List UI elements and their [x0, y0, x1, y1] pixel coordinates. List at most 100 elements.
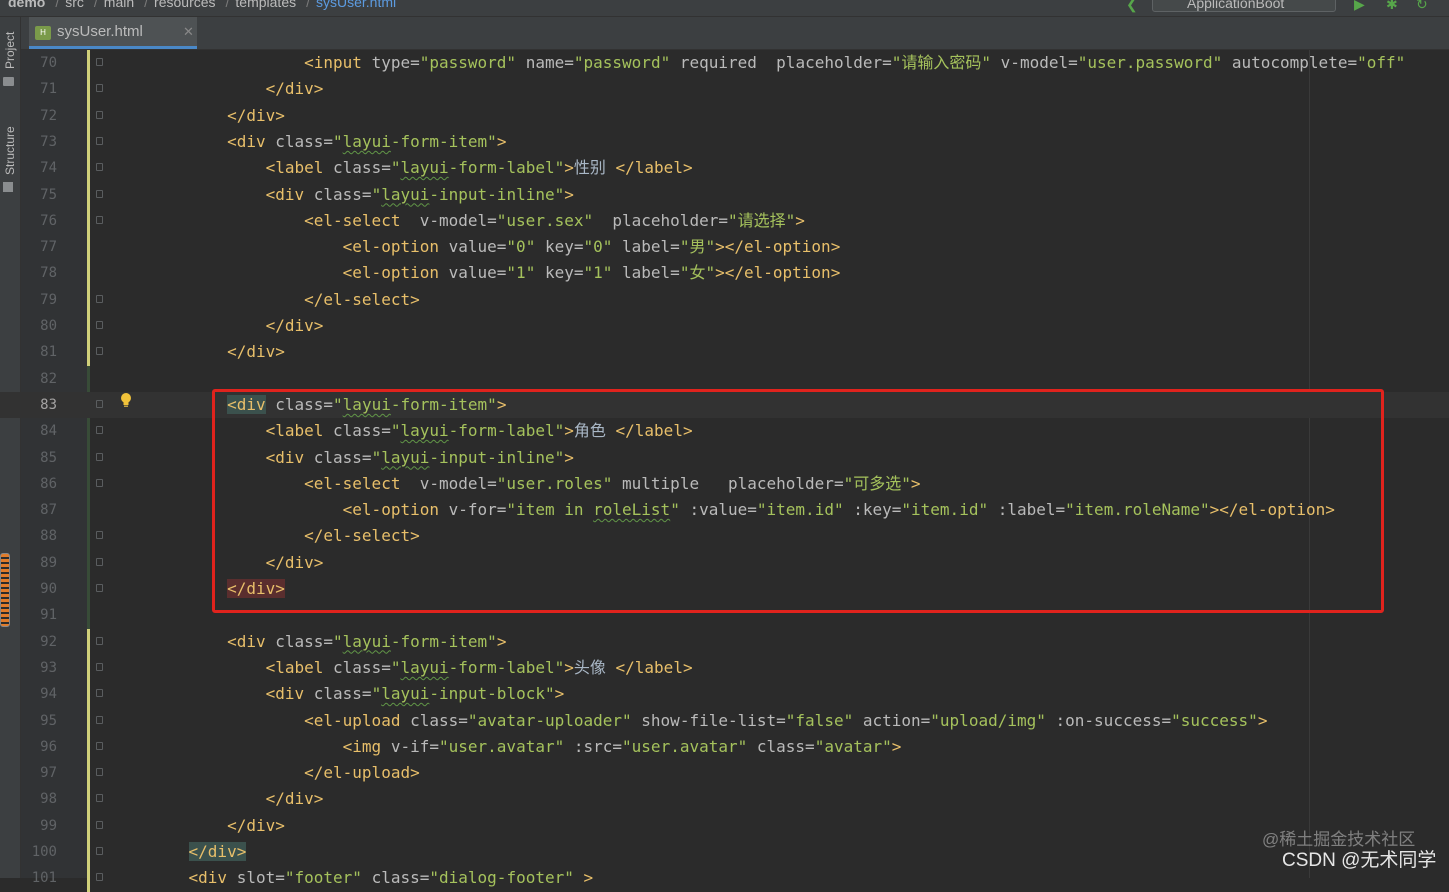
fold-marker-icon[interactable] — [96, 294, 103, 303]
code-text: <input type="password" name="password" r… — [150, 50, 1405, 76]
back-arrow-icon[interactable]: ❮ — [1126, 0, 1138, 13]
breadcrumb-item[interactable]: main — [104, 0, 134, 10]
code-line[interactable]: 80 </div> — [0, 313, 1449, 339]
fold-marker-icon[interactable] — [96, 189, 103, 198]
editor-tab-bar: H sysUser.html ✕ — [21, 17, 1449, 50]
code-line[interactable]: 75 <div class="layui-input-inline"> — [0, 182, 1449, 208]
fold-marker-icon[interactable] — [96, 84, 103, 93]
code-line[interactable]: 100 </div> — [0, 839, 1449, 865]
fold-marker-icon[interactable] — [96, 531, 103, 540]
breadcrumb-item[interactable]: demo — [8, 0, 45, 10]
code-line[interactable]: 76 <el-select v-model="user.sex" placeho… — [0, 208, 1449, 234]
tab-sysuser-html[interactable]: H sysUser.html ✕ — [29, 17, 197, 49]
fold-marker-icon[interactable] — [96, 557, 103, 566]
fold-marker-icon[interactable] — [96, 847, 103, 855]
close-icon[interactable]: ✕ — [183, 17, 194, 47]
code-line[interactable]: 95 <el-upload class="avatar-uploader" sh… — [0, 708, 1449, 734]
rerun-icon[interactable]: ↻ — [1416, 0, 1428, 13]
breadcrumb-item[interactable]: resources — [154, 0, 215, 10]
code-token: > — [564, 657, 574, 677]
code-text: <el-option value="1" key="1" label="女"><… — [150, 260, 841, 286]
code-token: </div> — [227, 105, 285, 125]
code-token: class= — [313, 684, 372, 704]
fold-marker-icon[interactable] — [96, 136, 103, 145]
code-token: "upload/img" — [930, 710, 1056, 730]
fold-marker-icon[interactable] — [96, 347, 103, 356]
code-line[interactable]: 82 — [0, 366, 1449, 392]
code-token: "false" — [785, 710, 863, 730]
code-line[interactable]: 98 </div> — [0, 786, 1449, 812]
line-number: 86 — [40, 475, 57, 492]
code-token: <el-select — [304, 210, 420, 230]
code-text: <label class="layui-form-label">性别 </lab… — [150, 155, 693, 181]
code-token: "avatar" — [814, 736, 892, 756]
fold-marker-icon[interactable] — [96, 715, 103, 724]
code-line[interactable]: 93 <label class="layui-form-label">头像 </… — [0, 655, 1449, 681]
code-token: class= — [275, 131, 334, 151]
fold-marker-icon[interactable] — [96, 110, 103, 119]
code-line[interactable]: 78 <el-option value="1" key="1" label="女… — [0, 260, 1449, 286]
code-token: "请输入密码" — [891, 53, 1001, 72]
fold-marker-icon[interactable] — [96, 794, 103, 803]
code-text: </el-select> — [150, 287, 420, 313]
fold-marker-icon[interactable] — [96, 689, 103, 698]
fold-marker-icon[interactable] — [96, 768, 103, 777]
code-token: class= — [410, 710, 468, 730]
fold-marker-icon[interactable] — [96, 399, 103, 408]
code-text: </div> — [150, 339, 285, 365]
breadcrumb-item[interactable]: sysUser.html — [316, 0, 396, 10]
fold-marker-icon[interactable] — [96, 163, 103, 172]
line-number: 90 — [40, 581, 57, 597]
lightbulb-icon[interactable] — [120, 392, 132, 408]
code-line[interactable]: 70 <input type="password" name="password… — [0, 50, 1449, 76]
run-icon[interactable]: ▶ — [1354, 0, 1365, 13]
run-configuration-select[interactable]: ApplicationBoot — [1152, 0, 1336, 12]
fold-marker-icon[interactable] — [96, 584, 103, 592]
code-token: > — [795, 210, 805, 230]
code-line[interactable]: 77 <el-option value="0" key="0" label="男… — [0, 234, 1449, 260]
fold-marker-icon[interactable] — [96, 820, 103, 829]
breadcrumb-item[interactable]: src — [65, 0, 84, 10]
code-line[interactable]: 73 <div class="layui-form-item"> — [0, 129, 1449, 155]
fold-marker-icon[interactable] — [96, 215, 103, 224]
code-line[interactable]: 74 <label class="layui-form-label">性别 </… — [0, 155, 1449, 181]
code-line[interactable]: 97 </el-upload> — [0, 760, 1449, 786]
fold-marker-icon[interactable] — [96, 452, 103, 461]
line-number: 73 — [40, 133, 57, 150]
code-line[interactable]: 71 </div> — [0, 76, 1449, 102]
code-line[interactable]: 81 </div> — [0, 339, 1449, 365]
fold-marker-icon[interactable] — [96, 426, 103, 435]
code-token: <label — [265, 158, 334, 178]
debug-icon[interactable]: ✱ — [1386, 0, 1398, 13]
code-token: -form-item" — [390, 631, 497, 651]
breadcrumb-separator: / — [93, 0, 98, 10]
fold-marker-icon[interactable] — [96, 321, 103, 329]
fold-marker-icon[interactable] — [96, 873, 103, 882]
code-line[interactable]: 96 <img v-if="user.avatar" :src="user.av… — [0, 734, 1449, 760]
fold-marker-icon[interactable] — [96, 58, 103, 66]
code-token: </label> — [615, 158, 693, 178]
code-token: -input-block" — [429, 684, 555, 704]
code-line[interactable]: 79 </el-select> — [0, 287, 1449, 313]
code-line[interactable]: 99 </div> — [0, 813, 1449, 839]
code-token: " — [371, 684, 382, 704]
fold-marker-icon[interactable] — [96, 478, 103, 487]
line-number: 74 — [40, 160, 57, 177]
code-line[interactable]: 94 <div class="layui-input-block"> — [0, 681, 1449, 707]
code-line[interactable]: 92 <div class="layui-form-item"> — [0, 629, 1449, 655]
code-line[interactable]: 72 </div> — [0, 103, 1449, 129]
line-number: 91 — [40, 607, 57, 624]
code-line[interactable]: 101 <div slot="footer" class="dialog-foo… — [0, 865, 1449, 891]
code-token: "user.sex" — [496, 210, 613, 230]
code-text: <el-option value="0" key="0" label="男"><… — [150, 234, 841, 260]
fold-marker-icon[interactable] — [96, 636, 103, 645]
code-token: </div> — [188, 842, 247, 861]
fold-marker-icon[interactable] — [96, 741, 103, 750]
breadcrumb-item[interactable]: templates — [235, 0, 296, 10]
fold-marker-icon[interactable] — [96, 662, 103, 671]
